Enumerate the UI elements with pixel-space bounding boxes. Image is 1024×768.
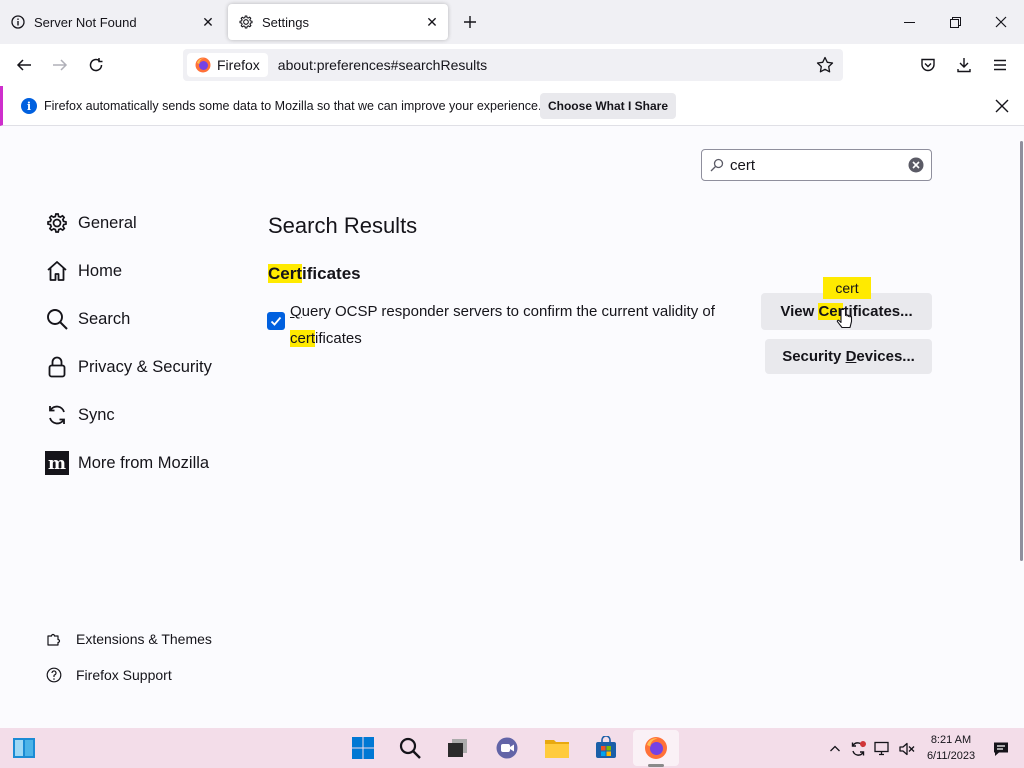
- sidebar-item-search[interactable]: Search: [44, 303, 130, 335]
- sidebar-item-label: General: [78, 213, 137, 232]
- bookmark-star-icon[interactable]: [815, 55, 835, 75]
- choose-what-i-share-label: Choose What I Share: [547, 99, 669, 113]
- clock-time: 8:21 AM: [930, 734, 972, 746]
- firefox-taskbar-icon[interactable]: [642, 734, 670, 762]
- footer-link-label: Firefox Support: [76, 667, 172, 683]
- url-text[interactable]: about:preferences#searchResults: [278, 57, 487, 73]
- label-text: uery OCSP responder servers to confirm t…: [301, 303, 715, 320]
- file-explorer-icon[interactable]: [543, 734, 571, 762]
- notifications-icon[interactable]: [992, 740, 1010, 758]
- puzzle-icon: [44, 629, 64, 649]
- identity-box[interactable]: Firefox: [187, 53, 268, 77]
- clear-search-icon[interactable]: [908, 157, 924, 173]
- widgets-icon[interactable]: [10, 734, 38, 762]
- tab-title: Server Not Found: [34, 14, 137, 30]
- highlight: Cert: [268, 264, 303, 283]
- start-icon[interactable]: [349, 734, 377, 762]
- reload-button[interactable]: [81, 50, 111, 80]
- highlight: cert: [290, 330, 316, 347]
- forward-button[interactable]: [45, 50, 75, 80]
- footer-link-label: Extensions & Themes: [76, 631, 212, 647]
- search-icon: [44, 306, 70, 332]
- search-tooltip: cert: [823, 277, 871, 299]
- mozilla-icon: m: [44, 450, 70, 476]
- tab-title: Settings: [262, 14, 309, 30]
- task-view-icon[interactable]: [444, 734, 472, 762]
- chevron-up-icon[interactable]: [826, 740, 844, 758]
- volume-muted-icon[interactable]: [898, 740, 916, 758]
- lock-icon: [44, 354, 70, 380]
- security-devices-button[interactable]: Security Devices...: [765, 339, 932, 374]
- taskbar-clock[interactable]: 8:21 AM 6/11/2023: [924, 732, 978, 764]
- sidebar-item-sync[interactable]: Sync: [44, 399, 115, 431]
- accesskey: Q: [290, 303, 302, 320]
- choose-what-i-share-button[interactable]: Choose What I Share: [540, 93, 676, 119]
- sidebar-item-label: Search: [78, 309, 131, 328]
- info-icon: i: [21, 98, 37, 114]
- search-icon: [710, 158, 724, 172]
- preferences-search-input[interactable]: cert: [701, 149, 932, 181]
- sidebar-item-label: Home: [78, 261, 123, 280]
- sidebar-item-general[interactable]: General: [44, 207, 137, 239]
- sidebar-item-label: Sync: [78, 405, 115, 424]
- windows-taskbar: 8:21 AM 6/11/2023: [0, 728, 1024, 768]
- close-tab-icon[interactable]: ✕: [420, 10, 444, 34]
- sidebar-item-label: Privacy & Security: [78, 357, 212, 376]
- data-collection-notification: i Firefox automatically sends some data …: [0, 86, 1024, 126]
- extensions-themes-link[interactable]: Extensions & Themes: [44, 627, 212, 651]
- sidebar-item-more-from-mozilla[interactable]: m More from Mozilla: [44, 447, 209, 479]
- page-title: Search Results: [268, 213, 418, 238]
- downloads-icon[interactable]: [949, 50, 979, 80]
- search-value[interactable]: cert: [730, 157, 908, 174]
- accesskey: D: [845, 348, 857, 365]
- mouse-cursor-icon: [836, 307, 854, 331]
- tab-settings[interactable]: Settings ✕: [228, 4, 448, 40]
- certificates-section-title: Certificates: [268, 264, 361, 284]
- ocsp-label[interactable]: Query OCSP responder servers to confirm …: [290, 298, 740, 352]
- active-indicator: [648, 764, 664, 767]
- ocsp-checkbox[interactable]: [267, 312, 285, 330]
- notification-text: Firefox automatically sends some data to…: [44, 99, 542, 113]
- url-bar[interactable]: Firefox about:preferences#searchResults: [183, 49, 843, 81]
- sync-icon: [44, 402, 70, 428]
- preferences-content: cert General Home Search Privacy & Secur…: [0, 127, 1024, 728]
- btn-text: evices...: [856, 348, 915, 365]
- nav-bar: Firefox about:preferences#searchResults: [0, 44, 1024, 86]
- pocket-icon[interactable]: [913, 50, 943, 80]
- sidebar-item-privacy-security[interactable]: Privacy & Security: [44, 351, 212, 383]
- clock-date: 6/11/2023: [926, 750, 976, 762]
- title-rest: ificates: [302, 264, 361, 283]
- store-icon[interactable]: [592, 734, 620, 762]
- svg-text:m: m: [48, 454, 66, 474]
- sidebar-item-home[interactable]: Home: [44, 255, 122, 287]
- close-tab-icon[interactable]: ✕: [196, 10, 220, 34]
- help-icon: [44, 665, 64, 685]
- notification-close-icon[interactable]: [991, 95, 1013, 117]
- restore-icon[interactable]: [932, 0, 978, 44]
- gear-icon: [44, 210, 70, 236]
- btn-text: Security: [782, 348, 846, 365]
- identity-label: Firefox: [217, 57, 260, 73]
- label-tail: ificates: [315, 330, 362, 347]
- search-icon[interactable]: [396, 734, 424, 762]
- network-icon[interactable]: [873, 740, 891, 758]
- minimize-icon[interactable]: [886, 0, 932, 44]
- new-tab-button[interactable]: [458, 10, 482, 34]
- home-icon: [44, 258, 70, 284]
- hamburger-menu-icon[interactable]: [985, 50, 1015, 80]
- info-icon: [10, 14, 26, 30]
- window-close-icon[interactable]: [978, 0, 1024, 44]
- scrollbar[interactable]: [1020, 141, 1023, 561]
- firefox-support-link[interactable]: Firefox Support: [44, 663, 172, 687]
- btn-text: View: [780, 303, 819, 320]
- back-button[interactable]: [9, 50, 39, 80]
- update-sync-icon[interactable]: [849, 740, 867, 758]
- tab-strip: Server Not Found ✕ Settings ✕: [0, 0, 1024, 44]
- gear-icon: [238, 14, 254, 30]
- sidebar-item-label: More from Mozilla: [78, 453, 210, 472]
- firefox-logo-icon: [195, 57, 211, 73]
- tab-server-not-found[interactable]: Server Not Found ✕: [0, 4, 224, 40]
- chat-icon[interactable]: [493, 734, 521, 762]
